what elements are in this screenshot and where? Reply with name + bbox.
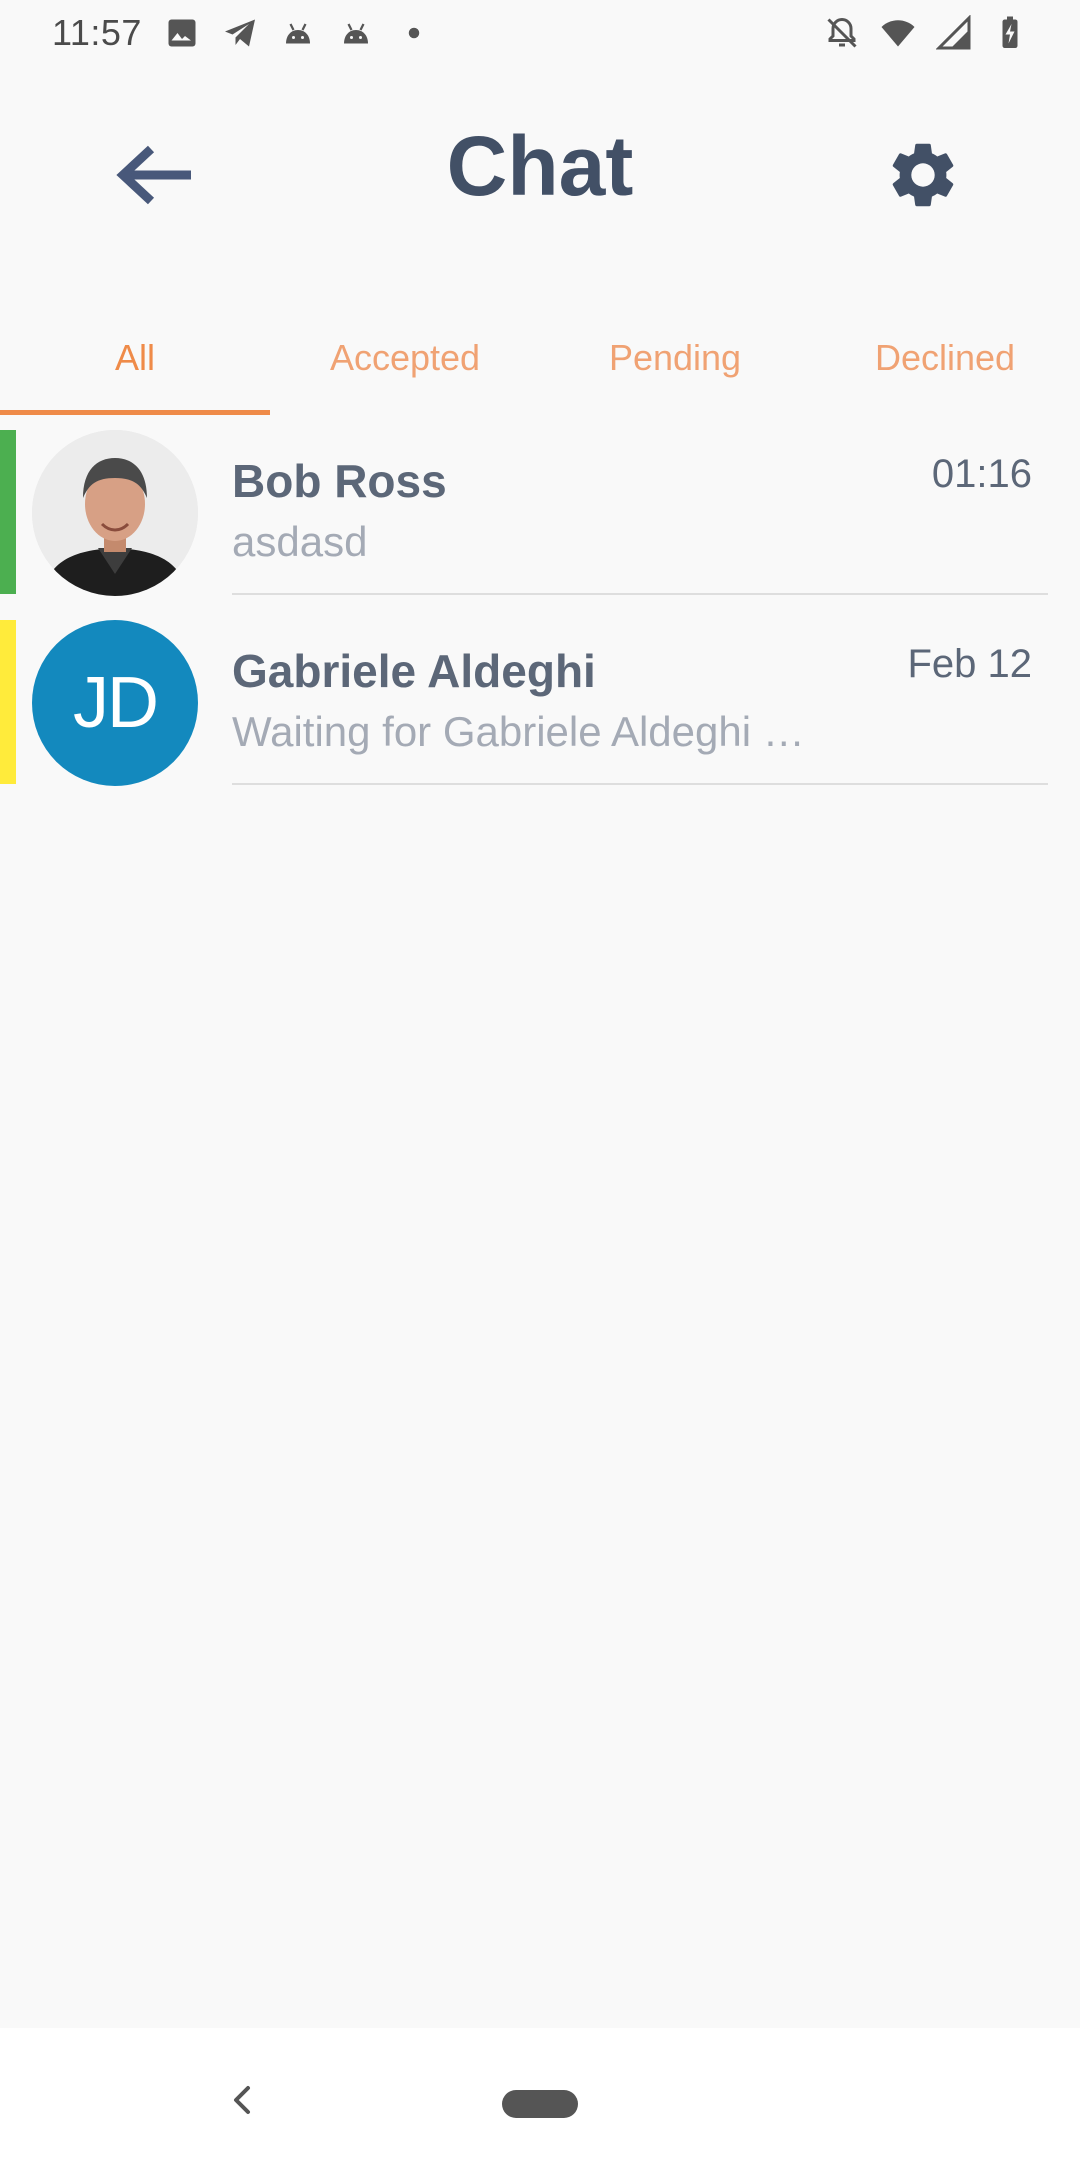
home-pill-icon[interactable] bbox=[502, 2090, 578, 2118]
chat-name: Gabriele Aldeghi bbox=[232, 645, 596, 697]
header: Chat bbox=[0, 110, 1080, 240]
tab-pending[interactable]: Pending bbox=[540, 300, 810, 416]
dot-icon bbox=[396, 15, 432, 51]
chat-preview: asdasd bbox=[232, 518, 368, 565]
chat-list-item[interactable]: Bob Ross 01:16 asdasd bbox=[0, 428, 1080, 618]
status-strip-pending bbox=[0, 620, 16, 784]
signal-icon bbox=[936, 15, 972, 51]
divider bbox=[232, 593, 1048, 595]
nav-back-button[interactable] bbox=[222, 2080, 262, 2120]
tab-declined[interactable]: Declined bbox=[810, 300, 1080, 416]
navigation-bar bbox=[0, 2028, 1080, 2160]
telegram-icon bbox=[222, 15, 258, 51]
status-bar: 11:57 bbox=[0, 0, 1080, 66]
status-right bbox=[824, 15, 1028, 51]
avatar-photo bbox=[32, 430, 198, 596]
image-icon bbox=[164, 15, 200, 51]
status-time: 11:57 bbox=[52, 12, 142, 53]
tab-all[interactable]: All bbox=[0, 300, 270, 416]
tab-bar: All Accepted Pending Declined bbox=[0, 300, 1080, 416]
tab-indicator bbox=[0, 410, 270, 415]
divider bbox=[232, 783, 1048, 785]
status-strip-accepted bbox=[0, 430, 16, 594]
chat-time: Feb 12 bbox=[907, 642, 1032, 686]
status-left: 11:57 bbox=[52, 12, 432, 54]
wifi-icon bbox=[880, 15, 916, 51]
bell-off-icon bbox=[824, 15, 860, 51]
avatar-initials: JD bbox=[73, 663, 159, 743]
settings-button[interactable] bbox=[878, 132, 968, 222]
avatar: JD bbox=[32, 620, 198, 786]
android-icon bbox=[280, 15, 316, 51]
gear-icon bbox=[884, 136, 962, 219]
avatar bbox=[32, 430, 198, 596]
chat-name: Bob Ross bbox=[232, 455, 447, 507]
chat-time: 01:16 bbox=[931, 452, 1032, 496]
chat-list: Bob Ross 01:16 asdasd JD Gabriele Aldegh… bbox=[0, 428, 1080, 808]
chat-list-item[interactable]: JD Gabriele Aldeghi Feb 12 Waiting for G… bbox=[0, 618, 1080, 808]
battery-charging-icon bbox=[992, 15, 1028, 51]
tab-accepted[interactable]: Accepted bbox=[270, 300, 540, 416]
chevron-left-icon bbox=[222, 2086, 262, 2124]
android-icon bbox=[338, 15, 374, 51]
chat-preview: Waiting for Gabriele Aldeghi … bbox=[232, 708, 805, 755]
